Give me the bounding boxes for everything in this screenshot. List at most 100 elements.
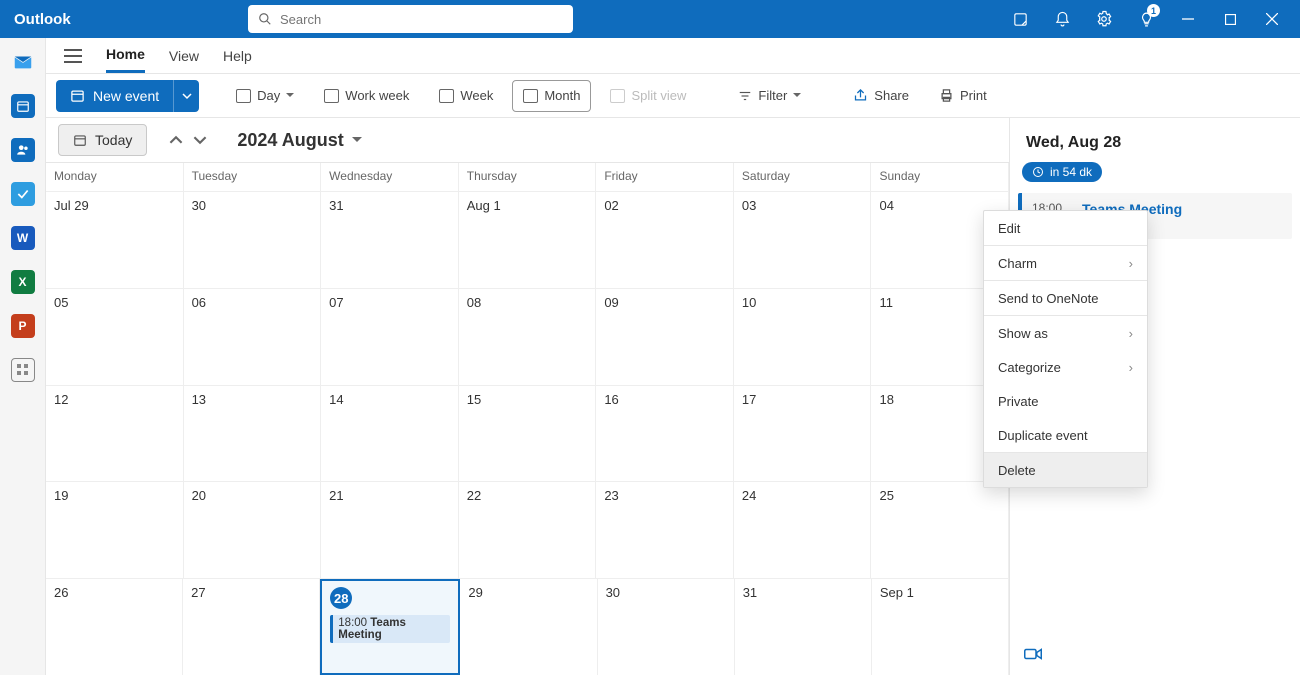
day-cell[interactable]: 08 [459, 289, 597, 385]
new-event-label: New event [93, 88, 159, 104]
view-week-button[interactable]: Week [428, 80, 504, 112]
rail-powerpoint[interactable]: P [11, 314, 35, 338]
day-cell[interactable]: 09 [596, 289, 734, 385]
day-cell[interactable]: 2818:00 Teams Meeting [320, 579, 460, 675]
new-event-dropdown[interactable] [173, 80, 199, 112]
ctx-categorize-label: Categorize [998, 360, 1061, 375]
app-rail: W X P [0, 38, 46, 675]
today-button[interactable]: Today [58, 124, 147, 156]
search-input[interactable] [280, 12, 563, 27]
day-cell[interactable]: 30 [598, 579, 735, 675]
day-cell[interactable]: 27 [183, 579, 320, 675]
maximize-button[interactable] [1210, 0, 1250, 38]
bell-icon [1054, 11, 1071, 28]
rail-mail[interactable] [11, 50, 35, 74]
rail-people[interactable] [11, 138, 35, 162]
rail-word[interactable]: W [11, 226, 35, 250]
teams-join-icon[interactable] [1018, 643, 1292, 665]
chevron-down-icon [193, 133, 207, 147]
ctx-show-as[interactable]: Show as› [984, 316, 1147, 350]
day-cell[interactable]: 31 [735, 579, 872, 675]
menu-help[interactable]: Help [223, 40, 252, 72]
minimize-button[interactable] [1168, 0, 1208, 38]
view-day-button[interactable]: Day [225, 80, 305, 112]
filter-label: Filter [758, 88, 787, 103]
day-number: 24 [742, 488, 863, 503]
hamburger-button[interactable] [64, 49, 82, 63]
toolbar: New event Day Work week Week [46, 74, 1300, 118]
ctx-delete[interactable]: Delete [984, 453, 1147, 487]
day-cell[interactable]: Sep 1 [872, 579, 1009, 675]
rail-calendar[interactable] [11, 94, 35, 118]
ctx-private[interactable]: Private [984, 384, 1147, 418]
day-cell[interactable]: 02 [596, 192, 734, 288]
day-cell[interactable]: 13 [184, 386, 322, 482]
day-cell[interactable]: 17 [734, 386, 872, 482]
day-cell[interactable]: Aug 1 [459, 192, 597, 288]
day-cell[interactable]: 12 [46, 386, 184, 482]
new-event-button[interactable]: New event [56, 80, 173, 112]
notes-button[interactable] [1000, 0, 1040, 38]
mail-icon [12, 51, 34, 73]
rail-excel[interactable]: X [11, 270, 35, 294]
day-cell[interactable]: 22 [459, 482, 597, 578]
view-workweek-button[interactable]: Work week [313, 80, 420, 112]
rail-todo[interactable] [11, 182, 35, 206]
ctx-duplicate[interactable]: Duplicate event [984, 418, 1147, 452]
share-button[interactable]: Share [842, 80, 920, 112]
day-cell[interactable]: 14 [321, 386, 459, 482]
menu-home[interactable]: Home [106, 38, 145, 73]
day-cell[interactable]: 21 [321, 482, 459, 578]
calendar-plus-icon [70, 88, 85, 103]
ctx-charm[interactable]: Charm› [984, 246, 1147, 280]
day-cell[interactable]: 07 [321, 289, 459, 385]
day-cell[interactable]: 31 [321, 192, 459, 288]
day-cell[interactable]: 24 [734, 482, 872, 578]
day-cell[interactable]: 23 [596, 482, 734, 578]
day-cell[interactable]: 16 [596, 386, 734, 482]
excel-icon: X [18, 275, 26, 289]
day-cell[interactable]: 06 [184, 289, 322, 385]
ctx-edit[interactable]: Edit [984, 211, 1147, 245]
day-cell[interactable]: 03 [734, 192, 872, 288]
day-number: 22 [467, 488, 588, 503]
settings-button[interactable] [1084, 0, 1124, 38]
close-button[interactable] [1252, 0, 1292, 38]
dow-header: Monday [46, 163, 184, 191]
new-event-group: New event [56, 80, 199, 112]
search-box[interactable] [248, 5, 573, 33]
tips-button[interactable]: 1 [1126, 0, 1166, 38]
day-number: 12 [54, 392, 175, 407]
prev-month-button[interactable] [169, 133, 183, 147]
event-chip[interactable]: 18:00 Teams Meeting [330, 615, 450, 643]
ctx-send-onenote[interactable]: Send to OneNote [984, 281, 1147, 315]
print-icon [939, 88, 954, 103]
check-icon [16, 187, 30, 201]
next-month-button[interactable] [193, 133, 207, 147]
day-cell[interactable]: 25 [871, 482, 1009, 578]
rail-more-apps[interactable] [11, 358, 35, 382]
share-icon [853, 88, 868, 103]
day-number: 08 [467, 295, 588, 310]
month-picker[interactable]: 2024 August [237, 130, 361, 151]
day-cell[interactable]: 29 [460, 579, 597, 675]
print-button[interactable]: Print [928, 80, 998, 112]
day-cell[interactable]: 05 [46, 289, 184, 385]
day-cell[interactable]: 26 [46, 579, 183, 675]
day-cell[interactable]: Jul 29 [46, 192, 184, 288]
dow-header: Sunday [871, 163, 1009, 191]
day-cell[interactable]: 30 [184, 192, 322, 288]
view-month-button[interactable]: Month [512, 80, 591, 112]
day-cell[interactable]: 10 [734, 289, 872, 385]
ppt-icon: P [18, 319, 26, 333]
day-cell[interactable]: 15 [459, 386, 597, 482]
ctx-categorize[interactable]: Categorize› [984, 350, 1147, 384]
notifications-button[interactable] [1042, 0, 1082, 38]
menu-view[interactable]: View [169, 40, 199, 72]
day-number: 23 [604, 488, 725, 503]
day-cell[interactable]: 19 [46, 482, 184, 578]
chevron-down-icon [182, 91, 192, 101]
month-icon [523, 89, 538, 103]
day-cell[interactable]: 20 [184, 482, 322, 578]
filter-button[interactable]: Filter [727, 80, 812, 112]
